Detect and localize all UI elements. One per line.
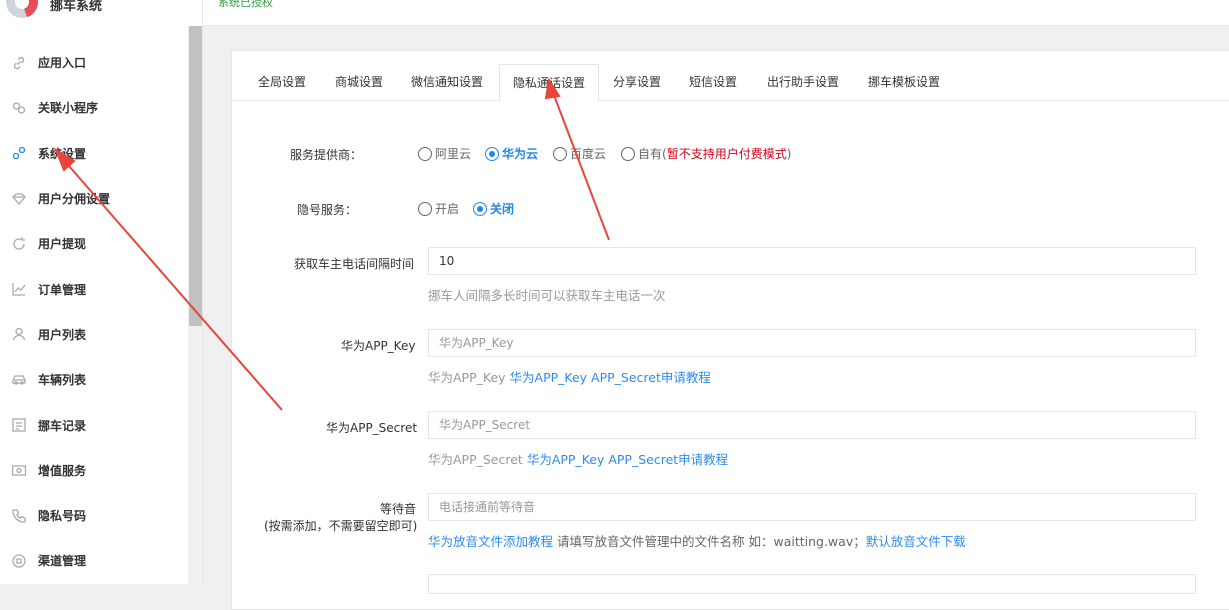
sidebar-item-records[interactable]: 挪车记录 [0,402,188,447]
radio-circle [485,146,499,161]
tab-wechat-notify[interactable]: 微信通知设置 [398,64,496,101]
interval-input[interactable] [428,247,1196,275]
sidebar-item-label: 应用入口 [38,56,87,71]
sidebar-item-users[interactable]: 用户列表 [0,312,188,357]
brand-name: 挪车系统 [50,0,103,14]
license-status: 系统已授权 [218,0,273,9]
hidden-number-on[interactable]: 开启 [418,200,459,217]
radio-circle [553,146,567,161]
sidebar-item-app-entry[interactable]: 应用入口 [0,40,188,85]
sidebar-item-value-added[interactable]: 增值服务 [0,448,188,493]
hidden-number-label: 隐号服务： [297,203,358,217]
channel-icon [0,553,38,569]
mini-program-icon [0,100,38,116]
tab-sms[interactable]: 短信设置 [676,64,750,101]
interval-label: 获取车主电话间隔时间 [294,257,415,271]
radio-label: 关闭 [490,202,515,216]
provider-label: 服务提供商： [290,148,363,162]
user-icon [0,326,38,342]
sidebar-item-label: 系统设置 [38,146,87,161]
tab-privacy-call[interactable]: 隐私通话设置 [499,64,600,102]
tab-travel-assistant[interactable]: 出行助手设置 [754,64,852,101]
sidebar-item-label: 车辆列表 [38,373,87,388]
car-icon [0,372,38,388]
list-icon [0,417,38,433]
next-field-input[interactable] [428,574,1196,594]
sidebar-item-label: 隐私号码 [38,509,87,524]
sidebar-item-label: 挪车记录 [38,418,87,433]
provider-option-aliyun[interactable]: 阿里云 [418,145,471,162]
app-secret-tutorial-link[interactable]: 华为APP_Key APP_Secret申请教程 [527,452,728,467]
radio-label: 开启 [435,202,460,216]
top-bar: 系统已授权 [203,0,1229,26]
default-audio-download-link[interactable]: 默认放音文件下载 [866,534,966,549]
sidebar-item-commission[interactable]: 用户分佣设置 [0,176,188,221]
hidden-number-off[interactable]: 关闭 [473,200,514,217]
sidebar-item-label: 增值服务 [38,463,87,478]
chart-icon [0,281,38,297]
provider-option-huawei[interactable]: 华为云 [485,145,538,162]
tab-share[interactable]: 分享设置 [600,64,674,101]
app-secret-input[interactable] [428,411,1196,439]
waiting-tone-sublabel: (按需添加，不需要留空即可) [264,519,418,533]
tab-global[interactable]: 全局设置 [245,64,319,101]
sidebar-menu: 应用入口 关联小程序 系统设置 用户分佣设置 用户提现 订单管理 用户列表 车辆… [0,40,188,584]
radio-circle [621,146,635,161]
tab-template[interactable]: 挪车模板设置 [855,64,953,101]
waiting-tone-input[interactable] [428,493,1196,521]
waiting-tone-label: 等待音 [380,502,417,516]
sidebar-item-label: 用户分佣设置 [38,192,111,207]
phone-icon [0,508,38,524]
tab-mall[interactable]: 商城设置 [322,64,396,101]
radio-label: 百度云 [570,147,607,161]
sidebar-scrollbar[interactable] [188,26,202,584]
wallet-icon [0,462,38,478]
scrollbar-thumb[interactable] [189,26,202,326]
provider-warning: 暂不支持用户付费模式 [666,147,787,161]
sidebar-item-withdraw[interactable]: 用户提现 [0,221,188,266]
provider-close-paren: ) [786,146,792,161]
hint-text: 请填写放音文件管理中的文件名称 如：waitting.wav； [557,534,866,549]
radio-label: 阿里云 [435,147,472,161]
sidebar-item-label: 订单管理 [38,282,87,297]
sidebar: 挪车系统 应用入口 关联小程序 系统设置 用户分佣设置 用户提现 订单管理 用户… [0,0,203,584]
hint-text: 华为APP_Key [428,370,506,385]
brand-logo[interactable]: 挪车系统 [0,0,188,22]
sidebar-item-label: 用户列表 [38,327,87,342]
provider-option-baidu[interactable]: 百度云 [553,145,606,162]
logo-icon [6,0,38,18]
sidebar-item-vehicles[interactable]: 车辆列表 [0,357,188,402]
link-icon [0,55,38,71]
app-secret-hint: 华为APP_Secret 华为APP_Key APP_Secret申请教程 [428,449,728,468]
radio-circle [418,146,432,161]
radio-label: 华为云 [502,147,539,161]
gears-icon [0,145,38,161]
radio-circle [418,201,432,216]
sidebar-item-system-settings[interactable]: 系统设置 [0,131,188,176]
radio-circle [473,201,487,216]
app-key-tutorial-link[interactable]: 华为APP_Key APP_Secret申请教程 [510,370,711,385]
settings-tabs: 全局设置 商城设置 微信通知设置 隐私通话设置 分享设置 短信设置 出行助手设置… [232,64,1229,102]
sidebar-item-label: 渠道管理 [38,554,87,569]
sidebar-item-privacy-number[interactable]: 隐私号码 [0,493,188,538]
sidebar-item-label: 用户提现 [38,237,87,252]
provider-option-own[interactable]: 自有(暂不支持用户付费模式) [621,145,791,162]
refresh-icon [0,236,38,252]
sidebar-item-label: 关联小程序 [38,101,99,116]
app-key-label: 华为APP_Key [341,339,416,353]
app-key-input[interactable] [428,329,1196,357]
radio-label: 自有( [638,147,667,161]
app-secret-label: 华为APP_Secret [326,421,418,435]
hint-text: 华为APP_Secret [428,452,523,467]
sidebar-item-channels[interactable]: 渠道管理 [0,538,188,583]
app-key-hint: 华为APP_Key 华为APP_Key APP_Secret申请教程 [428,367,711,386]
sidebar-item-orders[interactable]: 订单管理 [0,266,188,311]
audio-tutorial-link[interactable]: 华为放音文件添加教程 [428,534,553,549]
sidebar-item-mini-program[interactable]: 关联小程序 [0,85,188,130]
interval-hint: 挪车人间隔多长时间可以获取车主电话一次 [428,288,666,303]
waiting-tone-hint: 华为放音文件添加教程 请填写放音文件管理中的文件名称 如：waitting.wa… [428,531,966,550]
diamond-icon [0,191,38,207]
